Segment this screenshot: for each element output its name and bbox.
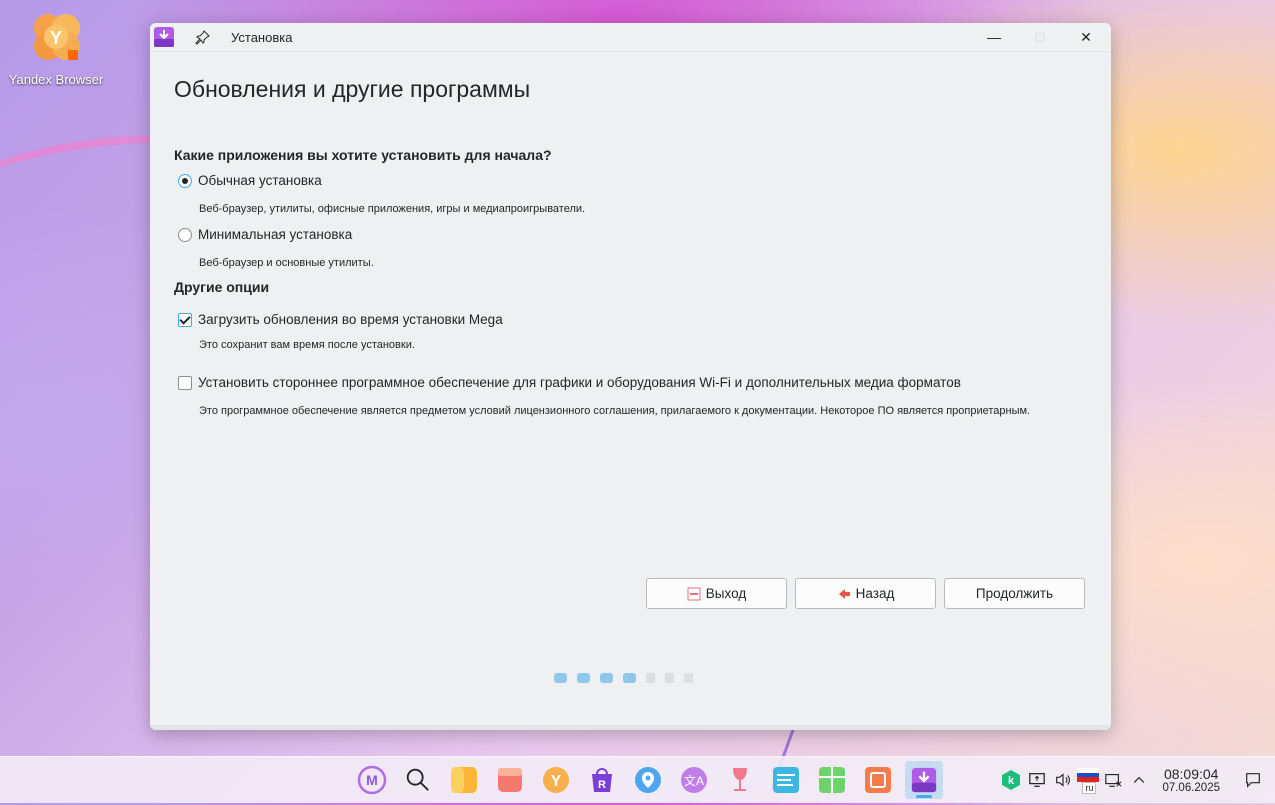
checkbox-download-updates[interactable]: Загрузить обновления во время установки … [178,312,503,327]
radio-normal-install[interactable]: Обычная установка [178,173,322,188]
checkbox[interactable] [178,375,192,390]
radio-label: Минимальная установка [198,227,353,242]
continue-button[interactable]: Продолжить [944,578,1085,609]
maps-icon[interactable] [629,761,667,799]
radio-minimal-install[interactable]: Минимальная установка [178,227,352,242]
svg-text:Y: Y [50,28,62,48]
option-description: Веб-браузер и основные утилиты. [199,257,374,269]
svg-text:k: k [1008,775,1015,787]
option-description: Это сохранит вам время после установки. [199,339,415,351]
title-bar[interactable]: Установка — □ ✕ [150,23,1111,52]
installer-content: Обновления и другие программы Какие прил… [150,52,1111,730]
radio-button[interactable] [178,173,192,188]
yandex-browser-icon: Y [28,10,84,66]
slides-icon[interactable] [859,761,897,799]
step-pending [684,673,693,683]
other-options-heading: Другие опции [174,279,270,295]
network-icon[interactable] [1101,768,1125,792]
step-done [623,673,636,683]
launcher-icon[interactable]: M [353,761,391,799]
window-title: Установка [231,29,293,45]
radio-label: Обычная установка [198,173,322,188]
kaspersky-icon[interactable]: k [999,768,1023,792]
step-progress [554,673,693,683]
minimize-button[interactable]: — [979,23,1009,51]
install-type-heading: Какие приложения вы хотите установить дл… [174,147,552,163]
svg-text:文A: 文A [684,773,704,788]
back-arrow-icon [837,587,851,601]
back-button[interactable]: Назад [795,578,936,609]
wine-icon[interactable] [721,761,759,799]
maximize-button[interactable]: □ [1025,23,1055,51]
sheets-icon[interactable] [813,761,851,799]
page-title: Обновления и другие программы [174,76,531,102]
notes-icon[interactable] [767,761,805,799]
option-description: Веб-браузер, утилиты, офисные приложения… [199,203,586,215]
taskbar: M Y R 文A k ru 08:09:04 07.06.2025 [0,756,1275,803]
lang-code: ru [1082,782,1097,794]
svg-text:R: R [598,779,606,791]
quit-icon [687,587,701,601]
display-icon[interactable] [1025,768,1049,792]
pin-icon[interactable] [195,29,211,45]
close-button[interactable]: ✕ [1071,23,1101,51]
step-done [577,673,590,683]
svg-text:M: M [366,772,378,788]
desktop-icon-yandex-browser[interactable]: Y Yandex Browser [4,10,108,87]
checkbox-label: Установить стороннее программное обеспеч… [198,375,961,390]
checkbox-label: Загрузить обновления во время установки … [198,312,503,327]
clock[interactable]: 08:09:04 07.06.2025 [1162,766,1220,794]
keyboard-layout-indicator[interactable]: ru [1076,765,1100,795]
checkbox[interactable] [178,312,192,327]
checkbox-third-party-software[interactable]: Установить стороннее программное обеспеч… [178,375,961,390]
translate-icon[interactable]: 文A [675,761,713,799]
desktop-icon-label: Yandex Browser [8,72,104,87]
installer-window: Установка — □ ✕ Обновления и другие прог… [150,23,1111,730]
volume-icon[interactable] [1051,768,1075,792]
search-icon[interactable] [399,761,437,799]
rustore-icon[interactable]: R [583,761,621,799]
russia-flag-icon [1077,768,1100,782]
step-pending [665,673,674,683]
chevron-up-icon[interactable] [1127,768,1151,792]
clock-date: 07.06.2025 [1162,782,1220,794]
step-done [600,673,613,683]
svg-text:Y: Y [551,773,562,790]
clock-time: 08:09:04 [1163,766,1219,782]
quit-button[interactable]: Выход [646,578,787,609]
yandex-browser-icon[interactable]: Y [537,761,575,799]
store-icon[interactable] [491,761,529,799]
option-description: Это программное обеспечение является пре… [199,405,1031,417]
files-icon[interactable] [445,761,483,799]
step-done [554,673,567,683]
window-bottom-strip [150,725,1111,730]
installer-app-icon[interactable] [153,26,175,48]
radio-button[interactable] [178,227,192,242]
step-pending [646,673,655,683]
notifications-icon[interactable] [1241,768,1265,792]
installer-icon[interactable] [905,761,943,799]
